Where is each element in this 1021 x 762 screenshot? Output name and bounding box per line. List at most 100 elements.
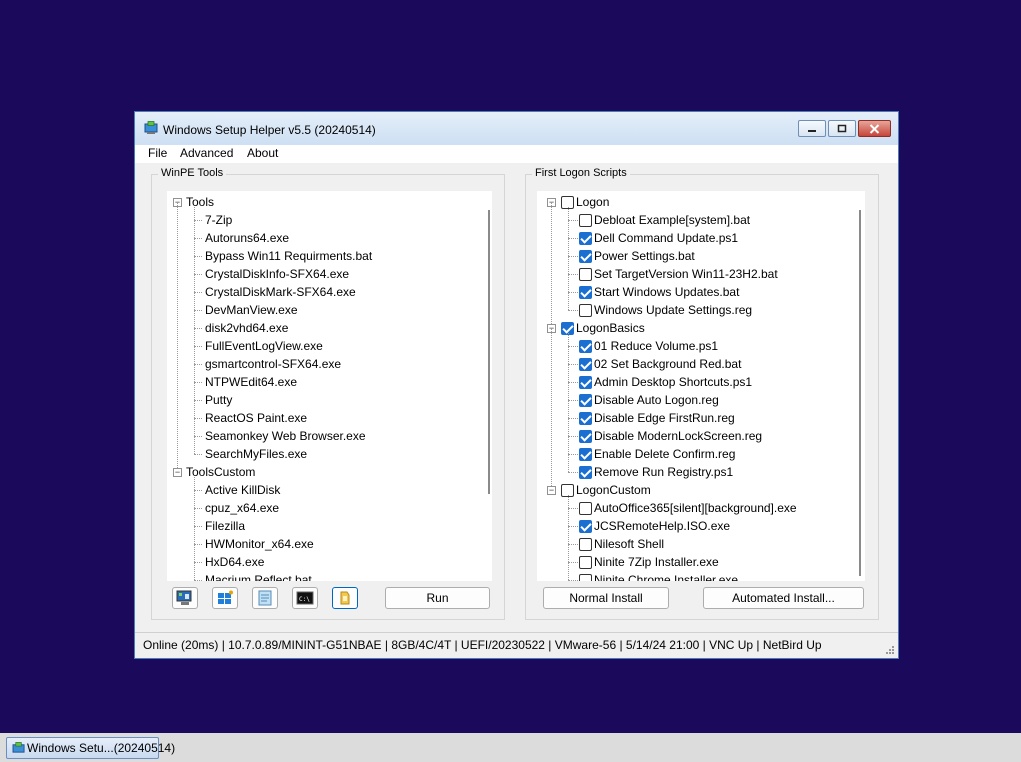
- script-item[interactable]: Disable Auto Logon.reg: [537, 391, 859, 409]
- tree-tool-item[interactable]: Putty: [167, 391, 487, 409]
- tree-connector: [568, 580, 578, 581]
- command-prompt-button[interactable]: C:\: [292, 587, 318, 609]
- script-checkbox[interactable]: [579, 412, 592, 425]
- tree-connector: [568, 454, 578, 455]
- script-checkbox[interactable]: [579, 502, 592, 515]
- tree-item-label: Filezilla: [205, 519, 246, 533]
- script-item[interactable]: 02 Set Background Red.bat: [537, 355, 859, 373]
- notepad-button[interactable]: [252, 587, 278, 609]
- script-item[interactable]: Ninite Chrome Installer.exe: [537, 571, 859, 581]
- logon-tree-scrollbar[interactable]: [859, 210, 861, 576]
- tree-item-label: CrystalDiskInfo-SFX64.exe: [205, 267, 350, 281]
- script-checkbox[interactable]: [579, 466, 592, 479]
- script-group-label: Logon: [576, 195, 610, 209]
- tree-tool-item[interactable]: Seamonkey Web Browser.exe: [167, 427, 487, 445]
- script-checkbox[interactable]: [579, 286, 592, 299]
- maximize-button[interactable]: [828, 120, 856, 137]
- script-checkbox[interactable]: [579, 394, 592, 407]
- script-item[interactable]: Windows Update Settings.reg: [537, 301, 859, 319]
- tree-tool-item[interactable]: 7-Zip: [167, 211, 487, 229]
- windows-setup-button[interactable]: [212, 587, 238, 609]
- script-checkbox[interactable]: [579, 268, 592, 281]
- tree-tool-item[interactable]: NTPWEdit64.exe: [167, 373, 487, 391]
- tree-tool-item[interactable]: gsmartcontrol-SFX64.exe: [167, 355, 487, 373]
- script-checkbox[interactable]: [579, 376, 592, 389]
- menu-advanced[interactable]: Advanced: [180, 146, 233, 160]
- tree-tool-item[interactable]: CrystalDiskMark-SFX64.exe: [167, 283, 487, 301]
- run-button[interactable]: Run: [385, 587, 490, 609]
- script-item[interactable]: Set TargetVersion Win11-23H2.bat: [537, 265, 859, 283]
- first-logon-scripts-tree[interactable]: − Logon Debloat Example[system].bat Dell Co…: [537, 191, 865, 581]
- script-item[interactable]: 01 Reduce Volume.ps1: [537, 337, 859, 355]
- script-item[interactable]: Start Windows Updates.bat: [537, 283, 859, 301]
- tree-tool-item[interactable]: Filezilla: [167, 517, 487, 535]
- menu-file[interactable]: File: [148, 146, 167, 160]
- menu-about[interactable]: About: [247, 146, 278, 160]
- script-item[interactable]: Nilesoft Shell: [537, 535, 859, 553]
- tree-connector: [568, 292, 578, 293]
- main-window: Windows Setup Helper v5.5 (20240514) Fil…: [134, 111, 899, 659]
- computer-management-button[interactable]: [172, 587, 198, 609]
- script-checkbox[interactable]: [579, 250, 592, 263]
- script-item[interactable]: JCSRemoteHelp.ISO.exe: [537, 517, 859, 535]
- title-bar[interactable]: Windows Setup Helper v5.5 (20240514): [135, 112, 898, 146]
- tree-connector: [568, 220, 578, 221]
- normal-install-button[interactable]: Normal Install: [543, 587, 669, 609]
- script-checkbox[interactable]: [579, 340, 592, 353]
- tree-tool-item[interactable]: SearchMyFiles.exe: [167, 445, 487, 463]
- tree-folder-node[interactable]: − ToolsCustom: [167, 463, 487, 481]
- winpe-tools-tree[interactable]: − Tools 7-Zip Autoruns64.exe Bypass Win11 Re…: [167, 191, 492, 581]
- tree-connector: [194, 454, 202, 455]
- tree-tool-item[interactable]: Bypass Win11 Requirments.bat: [167, 247, 487, 265]
- script-item[interactable]: Enable Delete Confirm.reg: [537, 445, 859, 463]
- winpe-tree-scrollbar[interactable]: [488, 210, 490, 494]
- collapse-toggle-icon[interactable]: −: [173, 468, 182, 477]
- script-group-node[interactable]: − LogonCustom: [537, 481, 859, 499]
- script-group-label: LogonCustom: [576, 483, 651, 497]
- script-checkbox[interactable]: [579, 304, 592, 317]
- script-checkbox[interactable]: [579, 556, 592, 569]
- script-item[interactable]: Remove Run Registry.ps1: [537, 463, 859, 481]
- tree-tool-item[interactable]: Active KillDisk: [167, 481, 487, 499]
- maximize-icon: [837, 124, 847, 133]
- script-item-label: Start Windows Updates.bat: [594, 285, 740, 299]
- taskbar-app-button[interactable]: Windows Setu...(20240514): [6, 737, 175, 759]
- automated-install-button[interactable]: Automated Install...: [703, 587, 864, 609]
- script-checkbox[interactable]: [579, 232, 592, 245]
- script-item-label: Remove Run Registry.ps1: [594, 465, 734, 479]
- script-item[interactable]: AutoOffice365[silent][background].exe: [537, 499, 859, 517]
- tree-tool-item[interactable]: DevManView.exe: [167, 301, 487, 319]
- close-button[interactable]: [858, 120, 891, 137]
- script-item[interactable]: Debloat Example[system].bat: [537, 211, 859, 229]
- tree-connector: [568, 418, 578, 419]
- resize-grip-icon[interactable]: [885, 645, 895, 655]
- explorer-button[interactable]: [332, 587, 358, 609]
- script-checkbox[interactable]: [579, 358, 592, 371]
- script-item[interactable]: Admin Desktop Shortcuts.ps1: [537, 373, 859, 391]
- script-item[interactable]: Power Settings.bat: [537, 247, 859, 265]
- script-item[interactable]: Disable ModernLockScreen.reg: [537, 427, 859, 445]
- tree-tool-item[interactable]: HWMonitor_x64.exe: [167, 535, 487, 553]
- script-item[interactable]: Disable Edge FirstRun.reg: [537, 409, 859, 427]
- script-group-node[interactable]: − Logon: [537, 193, 859, 211]
- tree-tool-item[interactable]: cpuz_x64.exe: [167, 499, 487, 517]
- minimize-button[interactable]: [798, 120, 826, 137]
- script-checkbox[interactable]: [579, 574, 592, 581]
- tree-tool-item[interactable]: CrystalDiskInfo-SFX64.exe: [167, 265, 487, 283]
- tree-tool-item[interactable]: disk2vhd64.exe: [167, 319, 487, 337]
- script-checkbox[interactable]: [579, 538, 592, 551]
- script-checkbox[interactable]: [579, 448, 592, 461]
- tree-tool-item[interactable]: FullEventLogView.exe: [167, 337, 487, 355]
- tree-tool-item[interactable]: HxD64.exe: [167, 553, 487, 571]
- tree-tool-item[interactable]: Autoruns64.exe: [167, 229, 487, 247]
- script-group-node[interactable]: − LogonBasics: [537, 319, 859, 337]
- script-checkbox[interactable]: [579, 520, 592, 533]
- tree-tool-item[interactable]: ReactOS Paint.exe: [167, 409, 487, 427]
- script-item[interactable]: Ninite 7Zip Installer.exe: [537, 553, 859, 571]
- script-item[interactable]: Dell Command Update.ps1: [537, 229, 859, 247]
- tree-tool-item[interactable]: Macrium Reflect.bat: [167, 571, 487, 581]
- tree-folder-node[interactable]: − Tools: [167, 193, 487, 211]
- script-checkbox[interactable]: [579, 430, 592, 443]
- script-checkbox[interactable]: [579, 214, 592, 227]
- collapse-toggle-icon[interactable]: −: [547, 486, 556, 495]
